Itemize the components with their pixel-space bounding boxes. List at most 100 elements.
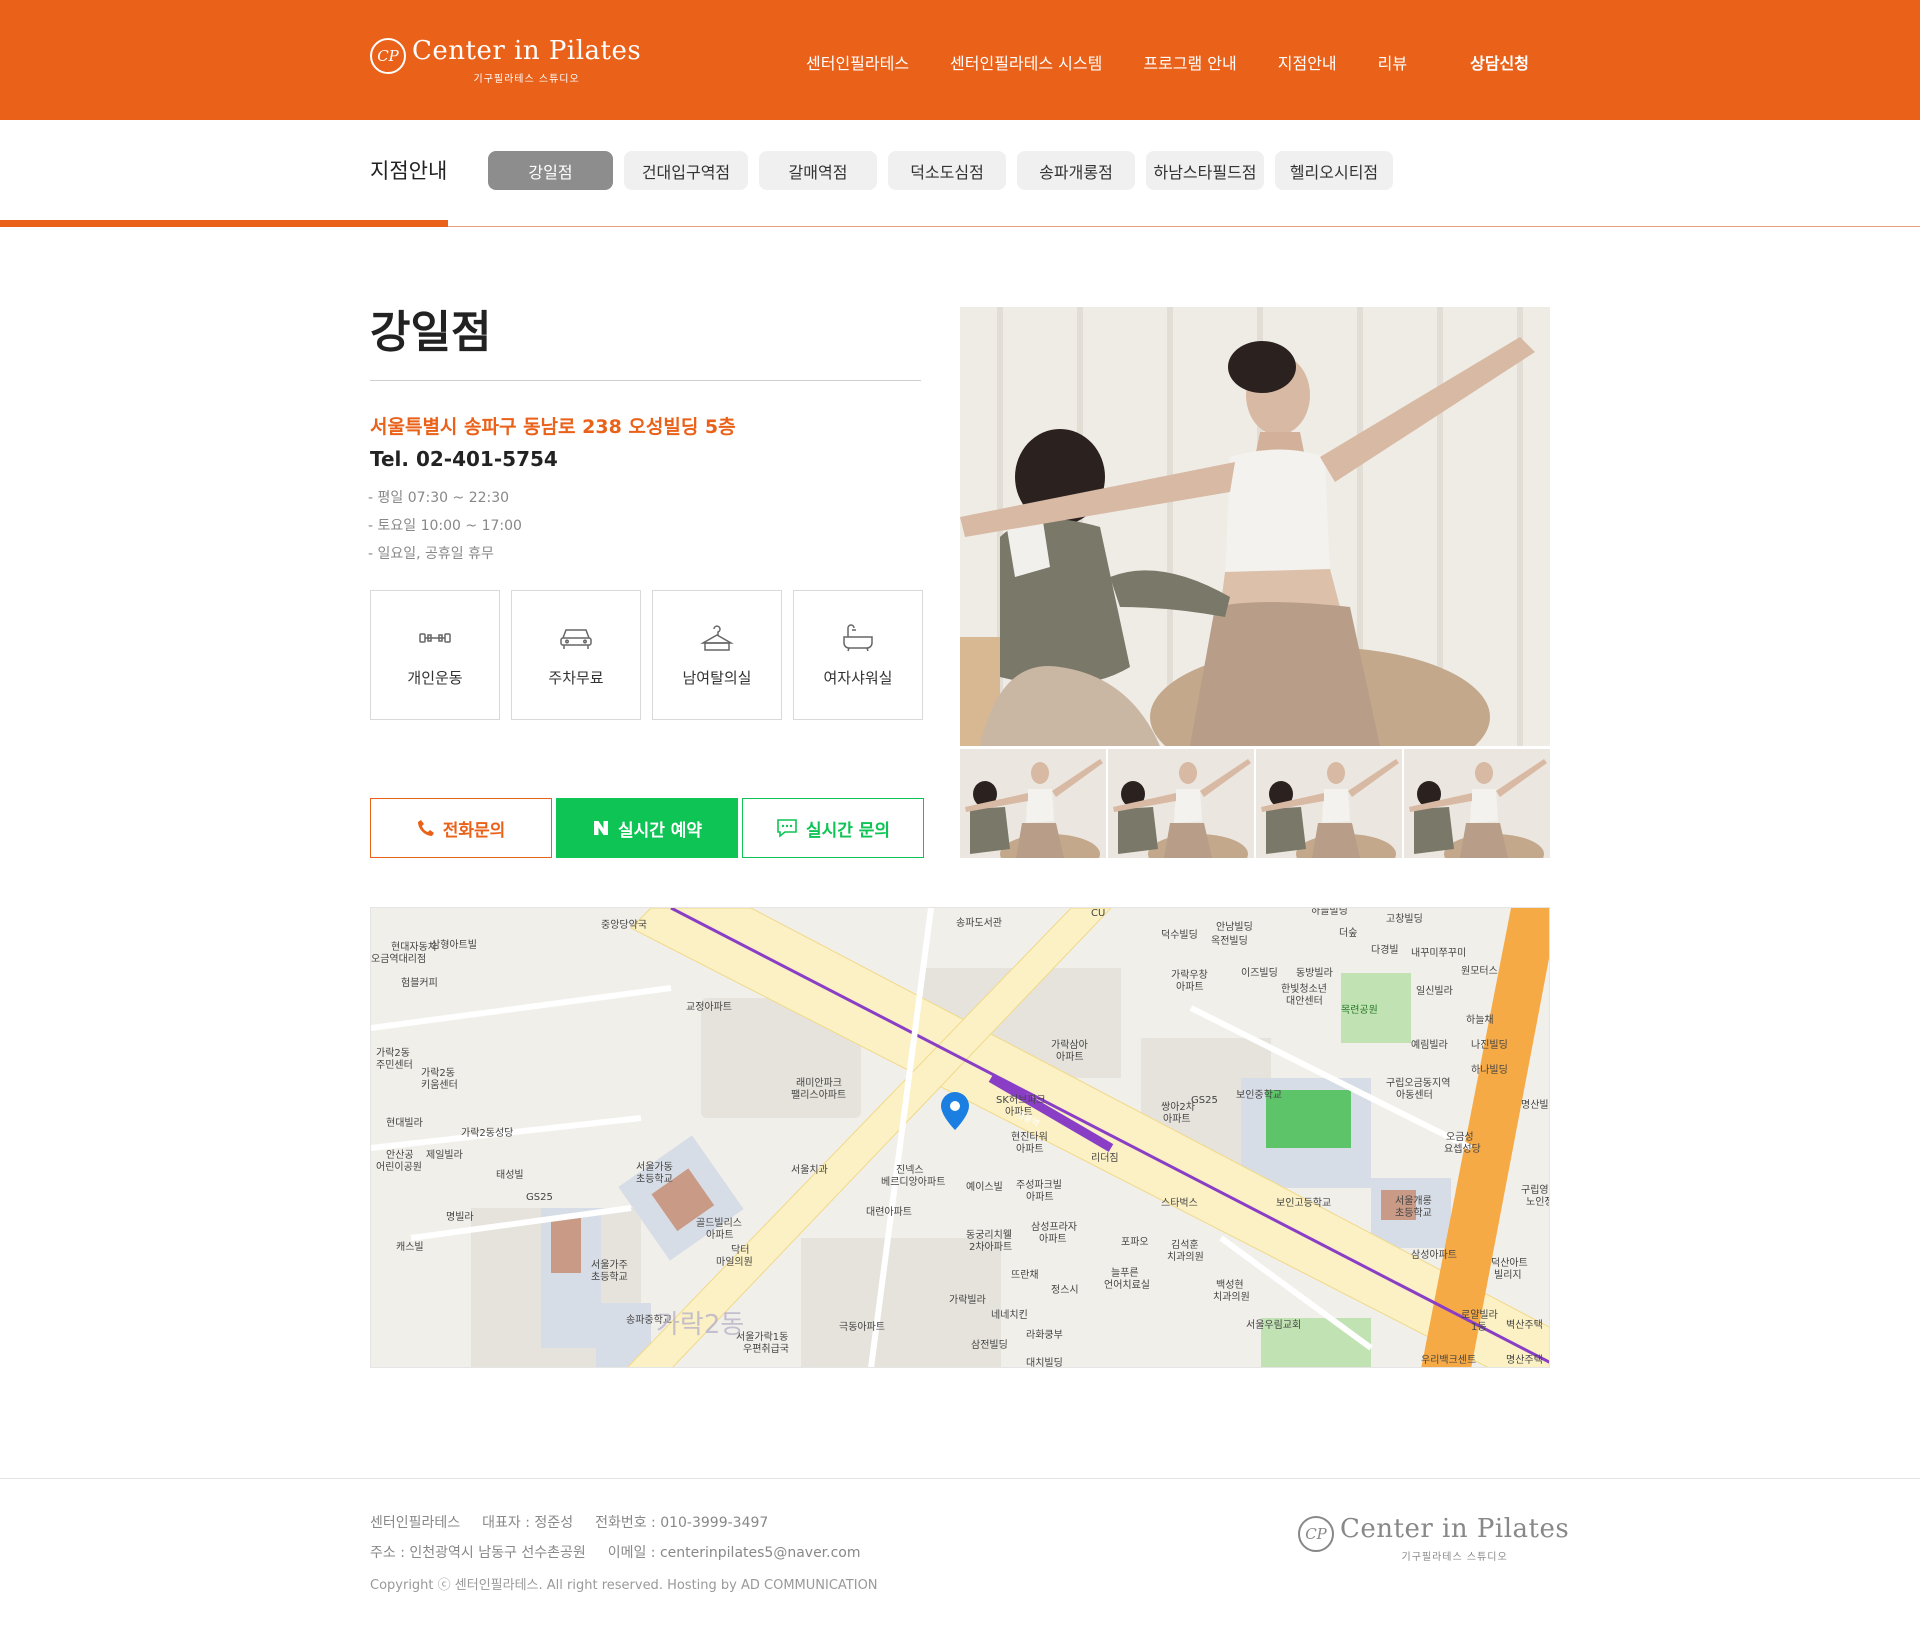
- amenity-card: 남여탈의실: [652, 590, 782, 720]
- svg-text:팰리스아파트: 팰리스아파트: [791, 1089, 846, 1101]
- svg-text:나진빌딩: 나진빌딩: [1471, 1039, 1508, 1051]
- svg-text:쌍아2차: 쌍아2차: [1161, 1101, 1195, 1113]
- bathtub-icon: [840, 623, 876, 653]
- svg-text:베르디앙아파트: 베르디앙아파트: [881, 1176, 945, 1188]
- branch-tabs: 강일점 건대입구역점 갈매역점 덕소도심점 송파개롱점 하남스타필드점 헬리오시…: [488, 151, 1404, 190]
- branch-title: 강일점: [370, 307, 492, 358]
- title-divider: [370, 380, 921, 381]
- svg-text:1동: 1동: [1471, 1321, 1487, 1333]
- footer-copyright: Copyright ⓒ 센터인필라테스. All right reserved.…: [370, 1578, 878, 1593]
- amenity-label: 여자샤워실: [823, 668, 893, 687]
- svg-text:가락2동성당: 가락2동성당: [461, 1127, 513, 1139]
- phone-icon: [417, 819, 435, 837]
- footer-logo[interactable]: CP Center in Pilates 기구필라테스 스튜디오: [1298, 1516, 1569, 1563]
- svg-text:목련공원: 목련공원: [1341, 1004, 1378, 1016]
- svg-text:명산빌: 명산빌: [1521, 1099, 1549, 1111]
- svg-text:예림빌라: 예림빌라: [1411, 1039, 1448, 1051]
- nav-item-review[interactable]: 리뷰: [1378, 50, 1407, 74]
- site-logo[interactable]: CP Center in Pilates 기구필라테스 스튜디오: [370, 38, 641, 85]
- svg-text:우리백크센트: 우리백크센트: [1421, 1354, 1476, 1366]
- svg-text:덕수빌딩: 덕수빌딩: [1161, 929, 1198, 941]
- logo-title: Center in Pilates: [412, 36, 642, 66]
- svg-text:스타벅스: 스타벅스: [1161, 1197, 1198, 1209]
- svg-text:동방빌라: 동방빌라: [1296, 967, 1333, 979]
- footer-address: 주소 : 인천광역시 남동구 선수촌공원: [370, 1545, 586, 1561]
- realtime-booking-button[interactable]: 실시간 예약: [556, 798, 738, 858]
- hours-saturday: - 토요일 10:00 ~ 17:00: [368, 518, 522, 534]
- thumbnail-1[interactable]: [960, 749, 1106, 858]
- svg-text:대련아파트: 대련아파트: [866, 1206, 912, 1218]
- realtime-chat-button[interactable]: 실시간 문의: [742, 798, 924, 858]
- svg-text:포파오: 포파오: [1121, 1236, 1149, 1248]
- amenity-label: 주차무료: [548, 668, 604, 687]
- svg-text:서울치과: 서울치과: [791, 1164, 828, 1176]
- svg-text:주민센터: 주민센터: [376, 1059, 413, 1071]
- svg-text:가락2동: 가락2동: [376, 1047, 410, 1059]
- svg-text:CU: CU: [1091, 908, 1105, 919]
- svg-text:치과의원: 치과의원: [1167, 1251, 1204, 1263]
- phone-inquiry-button[interactable]: 전화문의: [370, 798, 552, 858]
- footer-company-info: 센터인필라테스 대표자 : 정준성 전화번호 : 010-3999-3497 주…: [370, 1508, 883, 1568]
- svg-text:서울우림교회: 서울우림교회: [1246, 1319, 1301, 1331]
- svg-text:다경빌: 다경빌: [1371, 943, 1399, 956]
- footer-ceo: 대표자 : 정준성: [482, 1515, 574, 1531]
- nav-item-about[interactable]: 센터인필라테스: [806, 50, 909, 74]
- action-buttons: 전화문의 실시간 예약 실시간 문의: [370, 798, 928, 858]
- branch-tel: Tel. 02-401-5754: [370, 447, 558, 471]
- amenity-card: 개인운동: [370, 590, 500, 720]
- thumbnail-4[interactable]: [1404, 749, 1550, 858]
- svg-text:태성빌: 태성빌: [496, 1169, 524, 1181]
- thumbnail-2[interactable]: [1108, 749, 1254, 858]
- svg-text:현진타워: 현진타워: [1011, 1130, 1048, 1143]
- tab-helio[interactable]: 헬리오시티점: [1275, 151, 1393, 190]
- svg-text:서울개롱: 서울개롱: [1395, 1195, 1432, 1207]
- svg-text:제일빌라: 제일빌라: [426, 1149, 463, 1161]
- realtime-chat-label: 실시간 문의: [805, 820, 891, 841]
- svg-text:삼형아트빌: 삼형아트빌: [431, 939, 477, 951]
- svg-text:더숲: 더숲: [1339, 927, 1357, 939]
- nav-item-program[interactable]: 프로그램 안내: [1143, 50, 1236, 74]
- svg-text:한빛청소년: 한빛청소년: [1281, 983, 1327, 995]
- svg-text:가락삼아: 가락삼아: [1051, 1039, 1088, 1051]
- tab-hanam[interactable]: 하남스타필드점: [1146, 151, 1264, 190]
- nav-item-system[interactable]: 센터인필라테스 시스템: [950, 50, 1102, 74]
- svg-text:명산주택: 명산주택: [1506, 1354, 1543, 1366]
- footer-phone: 전화번호 : 010-3999-3497: [595, 1515, 769, 1531]
- hanger-icon: [699, 623, 735, 653]
- amenity-card: 여자샤워실: [793, 590, 923, 720]
- svg-text:초등학교: 초등학교: [1395, 1207, 1432, 1219]
- svg-text:삼전빌딩: 삼전빌딩: [971, 1339, 1008, 1351]
- footer-email: 이메일 : centerinpilates5@naver.com: [607, 1545, 861, 1561]
- consult-button[interactable]: 상담신청: [1470, 50, 1529, 74]
- subnav-indicator: [0, 220, 448, 227]
- tab-deokso[interactable]: 덕소도심점: [888, 151, 1006, 190]
- svg-text:빌리지: 빌리지: [1494, 1269, 1522, 1281]
- svg-text:GS25: GS25: [1191, 1095, 1218, 1106]
- svg-text:아파트: 아파트: [1016, 1143, 1044, 1155]
- logo-subtitle: 기구필라테스 스튜디오: [473, 74, 580, 85]
- svg-text:아파트: 아파트: [1056, 1051, 1084, 1063]
- svg-text:가락2동: 가락2동: [421, 1067, 455, 1079]
- svg-text:내꾸미쭈꾸미: 내꾸미쭈꾸미: [1411, 947, 1466, 959]
- svg-text:키움센터: 키움센터: [421, 1079, 458, 1091]
- amenity-label: 개인운동: [407, 668, 463, 687]
- tab-kondae[interactable]: 건대입구역점: [624, 151, 748, 190]
- svg-text:라화쿵부: 라화쿵부: [1026, 1329, 1063, 1341]
- tab-songpa[interactable]: 송파개롱점: [1017, 151, 1135, 190]
- svg-text:하늘채: 하늘채: [1466, 1013, 1494, 1026]
- svg-text:아파트: 아파트: [1176, 981, 1204, 993]
- chat-icon: [776, 818, 798, 838]
- logo-mark: CP: [370, 38, 406, 74]
- svg-text:서울가동: 서울가동: [636, 1161, 673, 1173]
- main-nav: 센터인필라테스 센터인필라테스 시스템 프로그램 안내 지점안내 리뷰 상담신청: [806, 50, 1529, 74]
- branch-subnav: 지점안내 강일점 건대입구역점 갈매역점 덕소도심점 송파개롱점 하남스타필드점…: [0, 120, 1920, 227]
- amenity-label: 남여탈의실: [682, 668, 752, 687]
- tab-gangil[interactable]: 강일점: [488, 151, 613, 190]
- thumbnail-3[interactable]: [1256, 749, 1402, 858]
- svg-text:진넥스: 진넥스: [896, 1164, 924, 1176]
- svg-text:이즈빌딩: 이즈빌딩: [1241, 967, 1278, 979]
- svg-text:구립오금동지역: 구립오금동지역: [1386, 1076, 1450, 1089]
- nav-item-branches[interactable]: 지점안내: [1278, 50, 1337, 74]
- tab-galmae[interactable]: 갈매역점: [759, 151, 877, 190]
- location-map[interactable]: SK허브파크 아파트 진넥스 베르디앙아파트 서울치과 현진타워 아파트 리더짐…: [370, 907, 1550, 1368]
